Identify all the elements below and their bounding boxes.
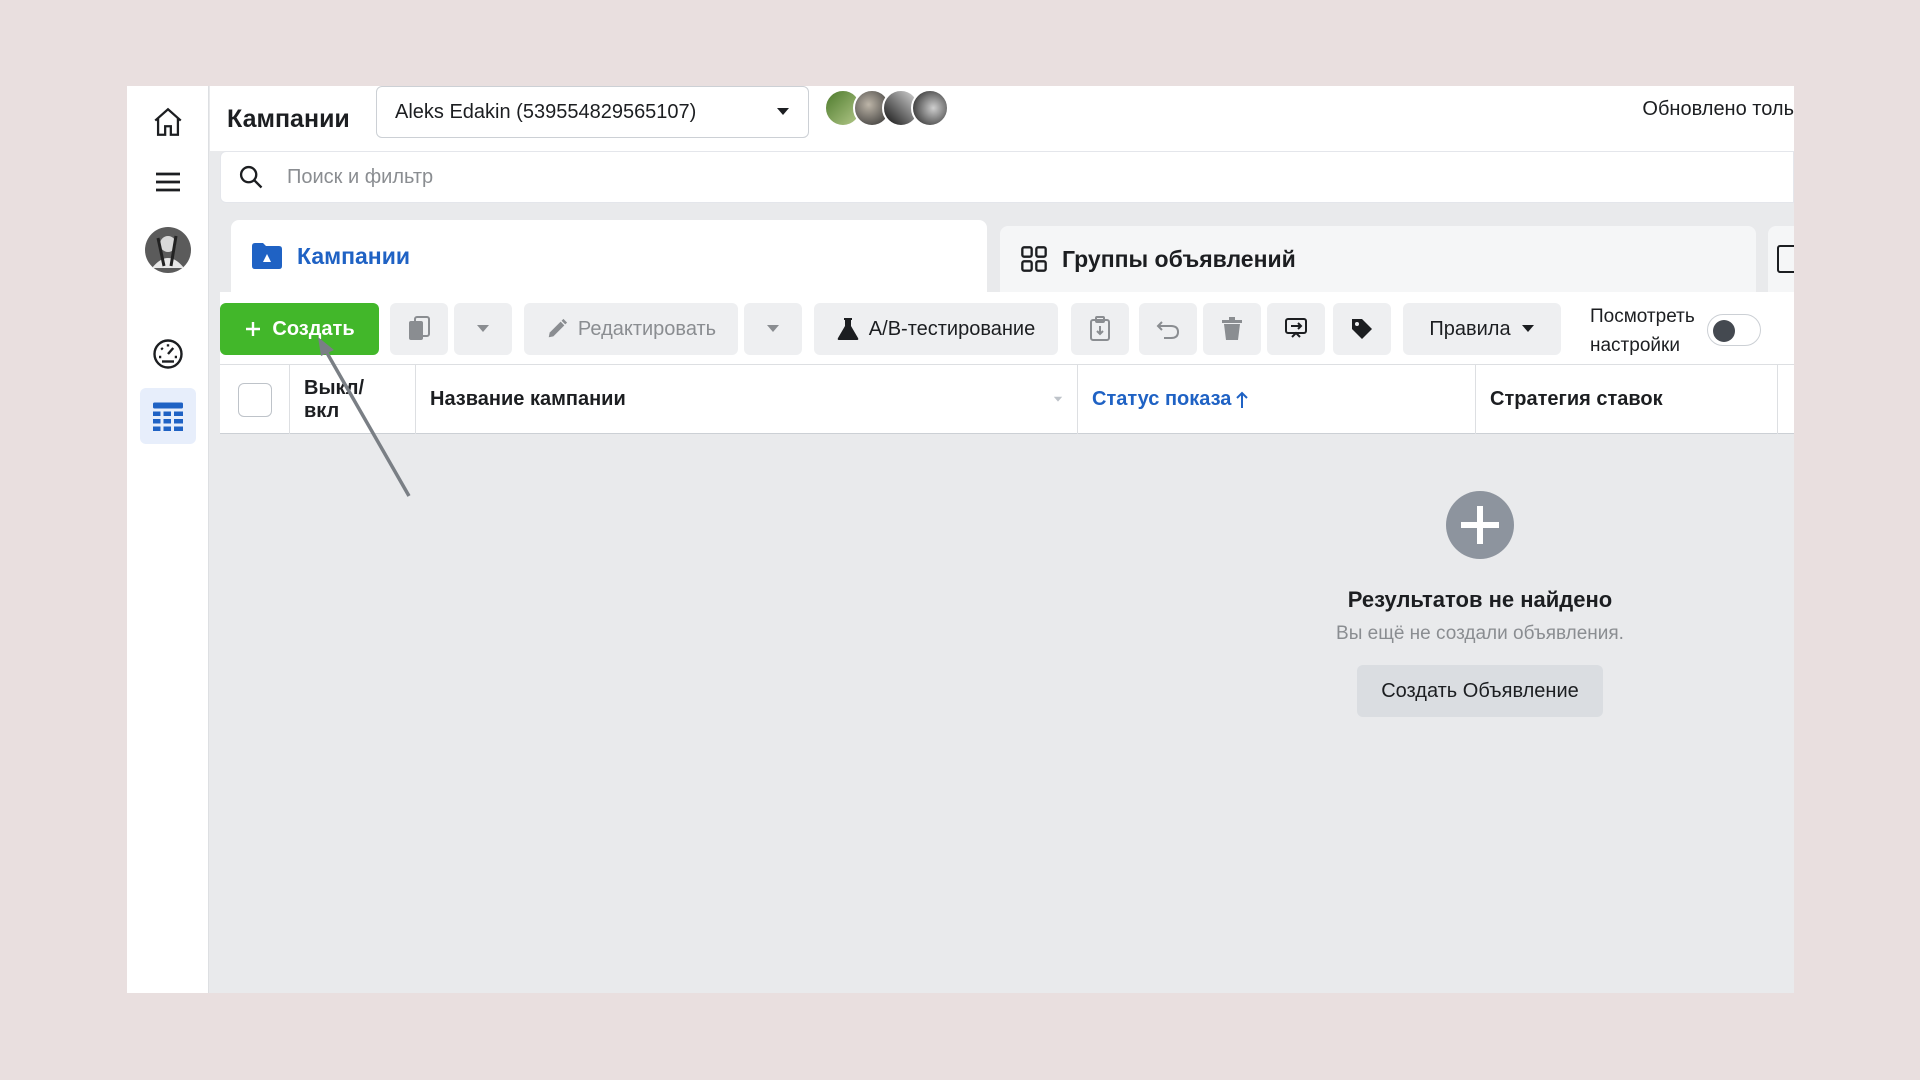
flask-icon bbox=[837, 318, 859, 340]
column-label: Название кампании bbox=[430, 388, 626, 410]
caret-down-icon bbox=[1521, 325, 1534, 332]
undo-button[interactable] bbox=[1139, 303, 1197, 355]
ad-sets-grid-icon bbox=[1020, 245, 1048, 273]
column-label: Стратегия ставок bbox=[1490, 388, 1663, 410]
empty-state: Результатов не найдено Вы ещё не создали… bbox=[1240, 491, 1720, 717]
menu-icon[interactable] bbox=[140, 154, 196, 210]
tab-label: Кампании bbox=[297, 242, 410, 269]
home-icon[interactable] bbox=[140, 94, 196, 150]
column-label: Статус показа bbox=[1092, 388, 1232, 410]
caret-down-icon bbox=[477, 325, 489, 332]
duplicate-dropdown-button[interactable] bbox=[454, 303, 512, 355]
column-bid-strategy[interactable]: Стратегия ставок bbox=[1476, 365, 1778, 434]
tab-label: Группы объявлений bbox=[1062, 245, 1296, 272]
rules-label: Правила bbox=[1429, 317, 1511, 340]
top-bar: Кампании Aleks Edakin (539554829565107) … bbox=[210, 86, 1794, 151]
column-campaign-name[interactable]: Название кампании bbox=[416, 365, 1078, 434]
undo-icon bbox=[1156, 321, 1180, 339]
caret-down-icon bbox=[777, 108, 789, 115]
tab-campaigns[interactable]: Кампании bbox=[231, 220, 987, 292]
duplicate-button[interactable] bbox=[390, 303, 448, 355]
tag-button[interactable] bbox=[1333, 303, 1391, 355]
tab-ads[interactable] bbox=[1768, 226, 1794, 292]
tab-ad-sets[interactable]: Группы объявлений bbox=[1000, 226, 1756, 292]
delete-button[interactable] bbox=[1203, 303, 1261, 355]
plus-icon bbox=[246, 322, 261, 336]
create-button[interactable]: Создать bbox=[220, 303, 379, 355]
select-all-checkbox[interactable] bbox=[238, 382, 272, 417]
edit-dropdown-button[interactable] bbox=[744, 303, 802, 355]
caret-down-icon bbox=[1053, 396, 1063, 402]
empty-title: Результатов не найдено bbox=[1347, 587, 1613, 612]
profile-avatar[interactable] bbox=[140, 222, 196, 278]
table-header: Выкл/ вкл Название кампании Статус показ… bbox=[220, 364, 1794, 434]
main-content: Кампании Aleks Edakin (539554829565107) … bbox=[210, 86, 1794, 993]
tag-icon bbox=[1352, 319, 1372, 339]
ad-icon bbox=[1777, 245, 1794, 273]
trash-icon bbox=[1222, 317, 1242, 340]
create-label: Создать bbox=[272, 317, 355, 340]
add-circle-icon bbox=[1446, 491, 1514, 559]
performance-gauge-icon[interactable] bbox=[140, 326, 196, 382]
view-settings-toggle[interactable] bbox=[1707, 314, 1761, 346]
export-icon bbox=[1285, 318, 1307, 338]
collaborator-avatars[interactable] bbox=[824, 89, 949, 127]
select-all-cell bbox=[220, 365, 290, 434]
column-delivery-status[interactable]: Статус показа bbox=[1078, 365, 1476, 434]
duplicate-icon bbox=[409, 316, 430, 340]
column-on-off-line2: вкл bbox=[304, 399, 340, 422]
ab-test-label: A/B-тестирование bbox=[868, 317, 1036, 340]
campaign-folder-icon bbox=[251, 242, 283, 270]
column-on-off[interactable]: Выкл/ вкл bbox=[290, 365, 416, 434]
edit-button[interactable]: Редактировать bbox=[524, 303, 738, 355]
account-name: Aleks Edakin (539554829565107) bbox=[395, 100, 697, 123]
create-ad-button[interactable]: Создать Объявление bbox=[1357, 665, 1603, 717]
toggle-knob bbox=[1713, 320, 1735, 342]
view-settings-line2: настройки bbox=[1590, 335, 1680, 356]
avatar bbox=[911, 89, 949, 127]
empty-subtitle: Вы ещё не создали объявления. bbox=[1336, 623, 1624, 644]
view-settings-line1: Посмотреть bbox=[1590, 306, 1695, 327]
column-on-off-line1: Выкл/ bbox=[304, 376, 365, 399]
account-selector[interactable]: Aleks Edakin (539554829565107) bbox=[376, 86, 809, 138]
clipboard-button[interactable] bbox=[1071, 303, 1129, 355]
view-settings-label: Посмотреть настройки bbox=[1590, 302, 1695, 360]
export-button[interactable] bbox=[1267, 303, 1325, 355]
sort-ascending-icon bbox=[1236, 391, 1249, 408]
ab-test-button[interactable]: A/B-тестирование bbox=[814, 303, 1058, 355]
caret-down-icon bbox=[767, 325, 779, 332]
rules-dropdown-button[interactable]: Правила bbox=[1403, 303, 1561, 355]
toolbar: Создать Редактировать A/B-тестирование П… bbox=[220, 292, 1794, 364]
clipboard-icon bbox=[1090, 316, 1110, 341]
pencil-icon bbox=[548, 318, 568, 338]
left-navigation-rail bbox=[127, 86, 209, 993]
campaigns-table-icon[interactable] bbox=[140, 388, 196, 444]
search-filter-bar[interactable]: Поиск и фильтр bbox=[220, 151, 1794, 203]
page-title: Кампании bbox=[227, 105, 350, 133]
updated-status: Обновлено толь bbox=[1642, 98, 1794, 120]
search-input[interactable]: Поиск и фильтр bbox=[287, 166, 433, 189]
search-icon bbox=[239, 165, 263, 189]
edit-label: Редактировать bbox=[577, 317, 717, 340]
ads-manager-window: Кампании Aleks Edakin (539554829565107) … bbox=[127, 86, 1794, 993]
